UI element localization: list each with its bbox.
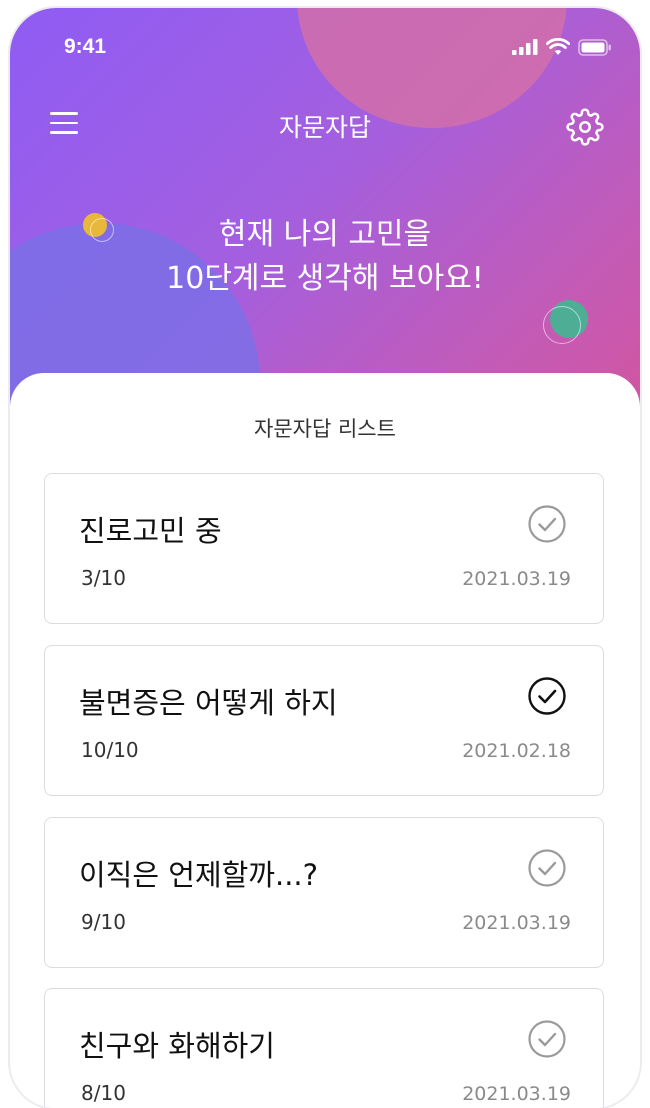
item-title: 진로고민 중: [79, 514, 222, 548]
list-item[interactable]: 진로고민 중 3/10 2021.03.19: [44, 473, 604, 624]
status-icons: [512, 38, 612, 56]
wifi-icon: [546, 38, 570, 55]
check-circle-icon: [528, 1020, 566, 1058]
item-title: 불면증은 어떻게 하지: [79, 686, 338, 720]
battery-icon: [578, 38, 611, 56]
list-sheet: 자문자답 리스트 진로고민 중 3/10 2021.03.19 불면증은 어떻게…: [10, 373, 640, 1108]
item-progress: 3/10: [81, 566, 126, 590]
hero-line: 10단계로 생각해 보아요!: [166, 261, 484, 296]
list-item[interactable]: 불면증은 어떻게 하지 10/10 2021.02.18: [44, 645, 604, 796]
cellular-signal-icon: [512, 39, 538, 55]
item-date: 2021.03.19: [462, 568, 571, 590]
phone-screen: 9:41 자문자답 현재 나의 고민을 10단계로 생각해 보아요! 자문자답 …: [10, 8, 640, 1108]
list-item[interactable]: 이직은 언제할까...? 9/10 2021.03.19: [44, 817, 604, 968]
check-circle-icon: [528, 505, 566, 543]
gear-icon: [566, 108, 604, 146]
item-title: 친구와 화해하기: [79, 1029, 275, 1063]
settings-button[interactable]: [566, 108, 604, 146]
hero-message: 현재 나의 고민을 10단계로 생각해 보아요!: [10, 213, 640, 301]
item-title: 이직은 언제할까...?: [79, 858, 319, 892]
item-date: 2021.03.19: [462, 912, 571, 934]
header-banner: 9:41 자문자답 현재 나의 고민을 10단계로 생각해 보아요!: [10, 8, 640, 428]
hero-line: 현재 나의 고민을: [218, 217, 432, 252]
check-circle-icon: [528, 849, 566, 887]
page-title: 자문자답: [278, 113, 371, 142]
item-progress: 8/10: [81, 1081, 126, 1105]
item-date: 2021.03.19: [462, 1083, 571, 1105]
list-item[interactable]: 친구와 화해하기 8/10 2021.03.19: [44, 988, 604, 1108]
status-time: 9:41: [64, 35, 107, 58]
decorative-ring: [543, 306, 581, 344]
item-progress: 9/10: [81, 910, 126, 934]
item-date: 2021.02.18: [462, 740, 571, 762]
list-title: 자문자답 리스트: [254, 417, 396, 441]
item-progress: 10/10: [81, 738, 139, 762]
check-circle-icon: [528, 677, 566, 715]
